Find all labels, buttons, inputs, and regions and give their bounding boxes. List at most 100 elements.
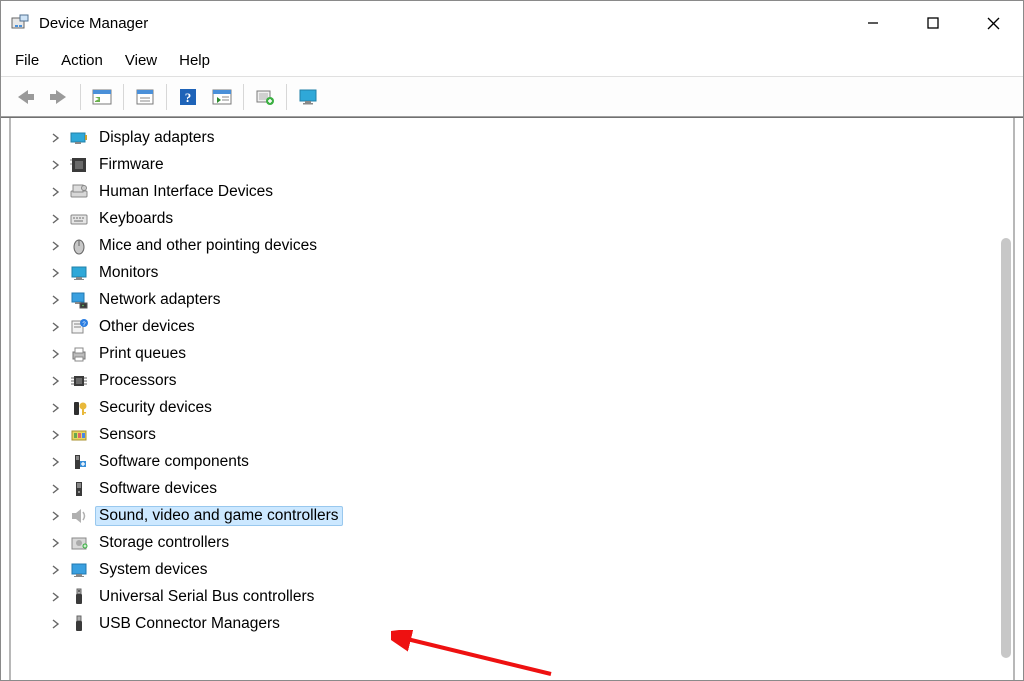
tree-item[interactable]: Storage controllers bbox=[49, 529, 1013, 556]
scan-hardware-button[interactable] bbox=[206, 82, 238, 112]
expander-icon[interactable] bbox=[49, 590, 63, 604]
expander-icon[interactable] bbox=[49, 158, 63, 172]
expander-icon[interactable] bbox=[49, 455, 63, 469]
device-tree[interactable]: Display adapters Firmware Human Interface … bbox=[11, 118, 1013, 645]
tree-item[interactable]: Mice and other pointing devices bbox=[49, 232, 1013, 259]
speaker-icon bbox=[69, 506, 89, 526]
expander-icon[interactable] bbox=[49, 131, 63, 145]
tree-item-label: Software components bbox=[95, 452, 253, 472]
tree-item-label: System devices bbox=[95, 560, 212, 580]
maximize-button[interactable] bbox=[903, 1, 963, 45]
hid-icon bbox=[69, 182, 89, 202]
window-title: Device Manager bbox=[39, 15, 148, 32]
tree-item-label: USB Connector Managers bbox=[95, 614, 284, 634]
display-adapter-icon bbox=[69, 128, 89, 148]
help-button[interactable]: ? bbox=[172, 82, 204, 112]
tree-item-label: Print queues bbox=[95, 344, 190, 364]
other-device-icon: ? bbox=[69, 317, 89, 337]
tree-item-label: Security devices bbox=[95, 398, 216, 418]
tree-item-label: Sound, video and game controllers bbox=[95, 506, 343, 526]
tree-item-label: Universal Serial Bus controllers bbox=[95, 587, 318, 607]
show-hide-tree-button[interactable] bbox=[86, 82, 118, 112]
tree-item-label: Monitors bbox=[95, 263, 162, 283]
tree-item[interactable]: Network adapters bbox=[49, 286, 1013, 313]
tree-item[interactable]: Security devices bbox=[49, 394, 1013, 421]
tree-item[interactable]: Universal Serial Bus controllers bbox=[49, 583, 1013, 610]
tree-item[interactable]: Software components bbox=[49, 448, 1013, 475]
tree-item-label: Sensors bbox=[95, 425, 160, 445]
tree-item[interactable]: Monitors bbox=[49, 259, 1013, 286]
tree-item-label: Storage controllers bbox=[95, 533, 233, 553]
tree-item[interactable]: Firmware bbox=[49, 151, 1013, 178]
expander-icon[interactable] bbox=[49, 428, 63, 442]
expander-icon[interactable] bbox=[49, 347, 63, 361]
mouse-icon bbox=[69, 236, 89, 256]
toolbar-separator bbox=[123, 84, 124, 110]
toolbar-separator bbox=[166, 84, 167, 110]
monitor-devices-button[interactable] bbox=[292, 82, 324, 112]
tree-body: Display adapters Firmware Human Interface … bbox=[1, 117, 1023, 680]
expander-icon[interactable] bbox=[49, 320, 63, 334]
minimize-button[interactable] bbox=[843, 1, 903, 45]
titlebar-left: Device Manager bbox=[11, 14, 148, 32]
menu-view[interactable]: View bbox=[125, 52, 157, 69]
expander-icon[interactable] bbox=[49, 266, 63, 280]
titlebar-controls bbox=[843, 1, 1023, 45]
tree-item[interactable]: Human Interface Devices bbox=[49, 178, 1013, 205]
expander-icon[interactable] bbox=[49, 617, 63, 631]
expander-icon[interactable] bbox=[49, 239, 63, 253]
sensor-icon bbox=[69, 425, 89, 445]
app-icon bbox=[11, 14, 29, 32]
printer-icon bbox=[69, 344, 89, 364]
expander-icon[interactable] bbox=[49, 212, 63, 226]
tree-item[interactable]: Display adapters bbox=[49, 124, 1013, 151]
software-component-icon bbox=[69, 452, 89, 472]
expander-icon[interactable] bbox=[49, 185, 63, 199]
tree-item-label: Firmware bbox=[95, 155, 168, 175]
menu-help[interactable]: Help bbox=[179, 52, 210, 69]
forward-button[interactable] bbox=[43, 82, 75, 112]
update-driver-button[interactable] bbox=[249, 82, 281, 112]
toolbar-separator bbox=[243, 84, 244, 110]
menu-file[interactable]: File bbox=[15, 52, 39, 69]
tree-item-label: Other devices bbox=[95, 317, 199, 337]
tree-item[interactable]: ? Other devices bbox=[49, 313, 1013, 340]
tree-item[interactable]: Print queues bbox=[49, 340, 1013, 367]
software-device-icon bbox=[69, 479, 89, 499]
back-button[interactable] bbox=[9, 82, 41, 112]
tree-item-label: Software devices bbox=[95, 479, 221, 499]
toolbar: ? bbox=[1, 77, 1023, 117]
expander-icon[interactable] bbox=[49, 293, 63, 307]
tree-item-label: Keyboards bbox=[95, 209, 177, 229]
tree-item-label: Display adapters bbox=[95, 128, 218, 148]
tree-item[interactable]: USB Connector Managers bbox=[49, 610, 1013, 637]
usb-icon bbox=[69, 587, 89, 607]
svg-text:?: ? bbox=[185, 90, 192, 105]
close-button[interactable] bbox=[963, 1, 1023, 45]
scrollbar-thumb[interactable] bbox=[1001, 238, 1011, 658]
tree-item[interactable]: Processors bbox=[49, 367, 1013, 394]
tree-item[interactable]: System devices bbox=[49, 556, 1013, 583]
expander-icon[interactable] bbox=[49, 563, 63, 577]
toolbar-separator bbox=[286, 84, 287, 110]
tree-item[interactable]: Keyboards bbox=[49, 205, 1013, 232]
expander-icon[interactable] bbox=[49, 482, 63, 496]
menu-action[interactable]: Action bbox=[61, 52, 103, 69]
expander-icon[interactable] bbox=[49, 536, 63, 550]
tree-item-label: Human Interface Devices bbox=[95, 182, 277, 202]
system-device-icon bbox=[69, 560, 89, 580]
monitor-icon bbox=[69, 263, 89, 283]
expander-icon[interactable] bbox=[49, 374, 63, 388]
properties-button[interactable] bbox=[129, 82, 161, 112]
expander-icon[interactable] bbox=[49, 509, 63, 523]
tree-item[interactable]: Sound, video and game controllers bbox=[49, 502, 1013, 529]
toolbar-separator bbox=[80, 84, 81, 110]
tree-panel: Display adapters Firmware Human Interface … bbox=[9, 118, 1015, 680]
security-icon bbox=[69, 398, 89, 418]
expander-icon[interactable] bbox=[49, 401, 63, 415]
tree-item[interactable]: Software devices bbox=[49, 475, 1013, 502]
storage-icon bbox=[69, 533, 89, 553]
tree-item-label: Mice and other pointing devices bbox=[95, 236, 321, 256]
tree-item[interactable]: Sensors bbox=[49, 421, 1013, 448]
keyboard-icon bbox=[69, 209, 89, 229]
